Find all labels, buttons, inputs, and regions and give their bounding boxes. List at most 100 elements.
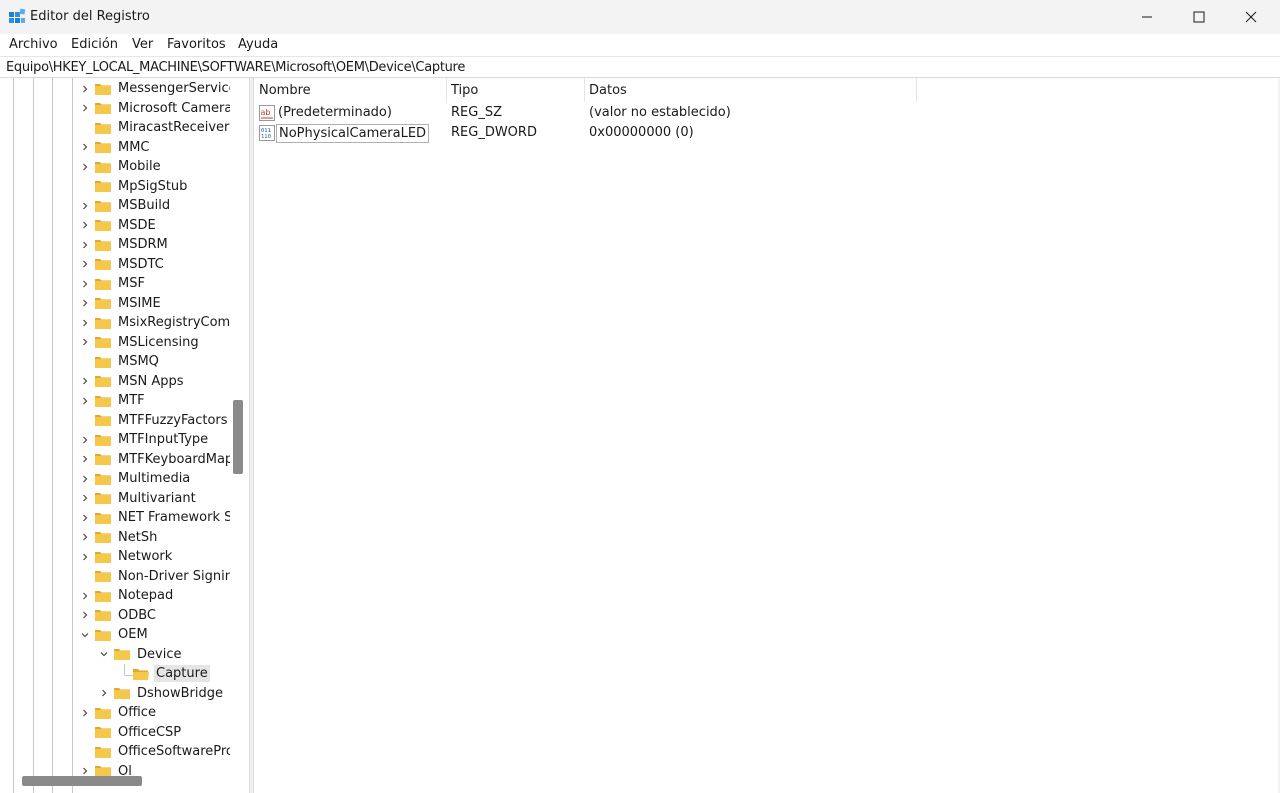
tree-item-dshowbridge[interactable]: DshowBridge [99,684,225,704]
chevron-down-icon[interactable] [99,649,109,659]
tree-item-label: DshowBridge [137,685,223,701]
tree-item-net-framework-se[interactable]: NET Framework Se [80,508,242,528]
tree-item-officesoftwarepro[interactable]: OfficeSoftwarePro [80,742,236,762]
tree-item-multivariant[interactable]: Multivariant [80,489,198,509]
menu-favoritos[interactable]: Favoritos [167,37,226,52]
tree-item-mslicensing[interactable]: MSLicensing [80,333,201,353]
tree-item-mmc[interactable]: MMC [80,138,152,158]
tree-item-msde[interactable]: MSDE [80,216,158,236]
tree-item-miracastreceiver[interactable]: MiracastReceiver [80,118,231,138]
tree-item-label: MTFInputType [118,432,209,448]
column-separator[interactable] [916,78,917,102]
menu-ver[interactable]: Ver [132,37,153,52]
tree-item-microsoft-camera[interactable]: Microsoft Camera [80,99,234,119]
tree-item-label: MsixRegistryComp [118,315,239,331]
chevron-down-icon[interactable] [80,630,90,640]
chevron-right-icon[interactable] [80,240,90,250]
tree-item-oem[interactable]: OEM [80,625,150,645]
chevron-right-icon[interactable] [80,474,90,484]
chevron-right-icon[interactable] [80,279,90,289]
folder-icon [95,259,111,271]
tree-item-network[interactable]: Network [80,547,174,567]
tree-item-label: MSDRM [118,237,168,253]
value-row[interactable]: ab (Predeterminado) REG_SZ (valor no est… [254,103,954,123]
menu-archivo[interactable]: Archivo [9,37,58,52]
chevron-right-icon[interactable] [80,396,90,406]
chevron-right-icon[interactable] [80,513,90,523]
menu-ayuda[interactable]: Ayuda [238,37,278,52]
column-header-tipo[interactable]: Tipo [446,78,584,102]
tree-item-label: Non-Driver Signin [118,568,233,584]
chevron-right-icon[interactable] [80,766,90,776]
chevron-right-icon[interactable] [80,337,90,347]
chevron-right-icon[interactable] [80,220,90,230]
chevron-right-icon[interactable] [80,84,90,94]
tree-item-msn-apps[interactable]: MSN Apps [80,372,186,392]
tree-item-netsh[interactable]: NetSh [80,528,159,548]
minimize-button[interactable] [1121,0,1173,34]
chevron-right-icon[interactable] [80,454,90,464]
tree-item-label: MSIME [118,295,161,311]
key-tree[interactable]: MessengerService Microsoft Camera Miracast… [0,78,249,793]
tree-item-mtfkeyboardmap[interactable]: MTFKeyboardMap [80,450,235,470]
address-bar[interactable]: Equipo\HKEY_LOCAL_MACHINE\SOFTWARE\Micro… [0,56,1280,78]
value-row[interactable]: 011 110 NoPhysicalCameraLED REG_DWORD 0x… [254,123,954,143]
tree-guide-line [52,78,53,793]
chevron-right-icon[interactable] [80,493,90,503]
regedit-icon [9,8,26,23]
chevron-right-icon[interactable] [80,435,90,445]
close-button[interactable] [1225,0,1277,34]
chevron-right-icon[interactable] [80,162,90,172]
values-list[interactable]: Nombre Tipo Datos ab (Predeterminado) RE… [254,78,1278,793]
tree-item-multimedia[interactable]: Multimedia [80,469,192,489]
chevron-right-icon[interactable] [80,142,90,152]
tree-item-msmq[interactable]: MSMQ [80,352,161,372]
tree-item-label: MSBuild [118,198,171,214]
tree-horizontal-scroll-thumb[interactable] [22,776,142,786]
tree-item-odbc[interactable]: ODBC [80,606,158,626]
tree-item-messengerservice[interactable]: MessengerService [80,79,239,99]
chevron-right-icon[interactable] [80,552,90,562]
tree-item-msdtc[interactable]: MSDTC [80,255,166,275]
chevron-right-icon[interactable] [80,708,90,718]
tree-vertical-scroll-thumb[interactable] [233,400,243,474]
folder-icon [95,337,111,349]
tree-item-officecsp[interactable]: OfficeCSP [80,723,183,743]
tree-item-notepad[interactable]: Notepad [80,586,175,606]
chevron-right-icon[interactable] [99,688,109,698]
folder-icon [95,512,111,524]
tree-item-capture[interactable]: Capture [118,664,210,684]
tree-item-mpsigstub[interactable]: MpSigStub [80,177,189,197]
chevron-right-icon[interactable] [80,103,90,113]
tree-item-msdrm[interactable]: MSDRM [80,235,170,255]
chevron-right-icon[interactable] [80,318,90,328]
tree-item-mtffuzzyfactors[interactable]: MTFFuzzyFactors [80,411,230,431]
folder-icon [95,707,111,719]
tree-item-office[interactable]: Office [80,703,158,723]
tree-item-device[interactable]: Device [99,645,183,665]
column-header-nombre[interactable]: Nombre [254,78,446,102]
chevron-right-icon[interactable] [80,259,90,269]
tree-item-msixregistrycomp[interactable]: MsixRegistryComp [80,313,240,333]
folder-icon [95,376,111,388]
folder-icon [95,571,111,583]
menu-bar: Archivo Edición Ver Favoritos Ayuda [0,34,1280,56]
chevron-right-icon[interactable] [80,532,90,542]
tree-item-msf[interactable]: MSF [80,274,147,294]
chevron-right-icon[interactable] [80,591,90,601]
tree-item-msime[interactable]: MSIME [80,294,163,314]
value-name: NoPhysicalCameraLED [276,124,430,143]
menu-edicion[interactable]: Edición [71,37,118,52]
tree-item-mtf[interactable]: MTF [80,391,147,411]
value-name: (Predeterminado) [278,105,392,120]
column-header-datos[interactable]: Datos [584,78,916,102]
chevron-right-icon[interactable] [80,610,90,620]
tree-item-mtfinputtype[interactable]: MTFInputType [80,430,210,450]
chevron-right-icon[interactable] [80,201,90,211]
tree-item-mobile[interactable]: Mobile [80,157,163,177]
chevron-right-icon[interactable] [80,376,90,386]
tree-item-non-driver-signin[interactable]: Non-Driver Signin [80,567,235,587]
chevron-right-icon[interactable] [80,298,90,308]
tree-item-msbuild[interactable]: MSBuild [80,196,172,216]
maximize-button[interactable] [1173,0,1225,34]
